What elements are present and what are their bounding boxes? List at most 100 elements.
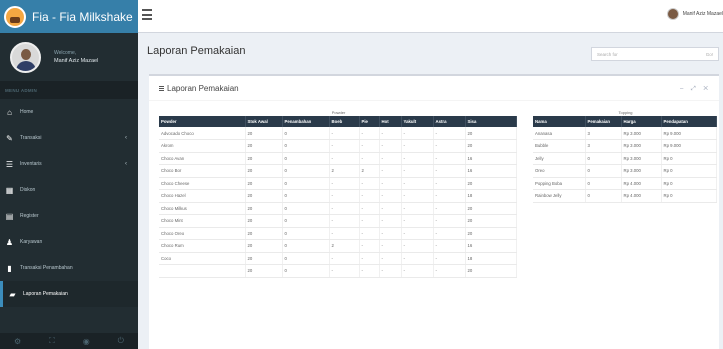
table-cell: - bbox=[359, 239, 380, 253]
report-box: Laporan Pemakaian – ⤢ ✕ Powder Powder Sto… bbox=[149, 74, 719, 349]
column-header[interactable]: Hot bbox=[379, 116, 402, 127]
box-tools[interactable]: – ⤢ ✕ bbox=[680, 86, 711, 93]
table-cell: Rp 3.000 bbox=[621, 164, 662, 178]
table-cell: - bbox=[359, 177, 380, 190]
table-cell: Oreo bbox=[533, 164, 586, 178]
column-header[interactable]: Pemakaian bbox=[585, 116, 622, 127]
table-cell: - bbox=[401, 202, 434, 215]
table-cell: Rp 4.000 bbox=[621, 177, 662, 190]
sidebar-item-inventaris[interactable]: ☰ Inventaris ‹ bbox=[0, 151, 138, 177]
table-cell: - bbox=[379, 189, 402, 203]
sidebar-username: Manif Aziz Mazael bbox=[54, 58, 99, 64]
search-input[interactable]: Search for Go! bbox=[591, 47, 719, 61]
table-cell: Rp 9.000 bbox=[661, 139, 717, 153]
table-cell: Choco Oreo bbox=[159, 227, 246, 240]
table-cell: 3 bbox=[585, 127, 622, 140]
chart-icon: ▮ bbox=[7, 263, 12, 273]
column-header[interactable]: Astra bbox=[433, 116, 466, 127]
table-cell: 0 bbox=[585, 164, 622, 178]
table-cell: - bbox=[433, 177, 466, 190]
expand-icon[interactable]: ⛶ bbox=[49, 336, 55, 346]
sidebar-item-karyawan[interactable]: ♟ Karyawan bbox=[0, 229, 138, 255]
sidebar-item-laporan-pemakaian[interactable]: ▰ Laporan Pemakaian bbox=[0, 281, 138, 307]
table-cell bbox=[159, 264, 246, 278]
sidebar-item-register[interactable]: ▤ Register bbox=[0, 203, 138, 229]
table-cell: 20 bbox=[245, 227, 283, 240]
table-cell: 18 bbox=[465, 252, 517, 265]
table-cell: Choco Mint bbox=[159, 214, 246, 228]
table-cell: - bbox=[433, 214, 466, 228]
table-cell: - bbox=[433, 252, 466, 265]
table-cell: Choco Rum bbox=[159, 239, 246, 253]
table-cell: Rp 3.000 bbox=[621, 127, 662, 140]
column-header[interactable]: Harga bbox=[621, 116, 662, 127]
table-cell: - bbox=[329, 252, 360, 265]
column-header[interactable]: Stok Awal bbox=[245, 116, 283, 127]
eye-icon[interactable]: ◉ bbox=[83, 337, 90, 346]
user-panel: Welcome, Manif Aziz Mazael bbox=[0, 33, 138, 81]
table-cell: 0 bbox=[282, 264, 330, 278]
sidebar-item-diskon[interactable]: ▦ Diskon bbox=[0, 177, 138, 203]
table-cell: 0 bbox=[282, 177, 330, 190]
table-cell: - bbox=[329, 139, 360, 153]
table-cell: - bbox=[379, 177, 402, 190]
sidebar-item-label: Home bbox=[20, 109, 34, 115]
nav-user-menu[interactable]: Manif Aziz Mazael bbox=[666, 8, 723, 20]
table-cell: 0 bbox=[282, 202, 330, 215]
table-cell: 20 bbox=[465, 202, 517, 215]
column-header[interactable]: Yakult bbox=[401, 116, 434, 127]
column-header[interactable]: Powder bbox=[159, 116, 246, 127]
edit-icon: ✎ bbox=[6, 133, 13, 143]
sidebar-toggle-icon[interactable] bbox=[142, 9, 152, 20]
table-cell: 16 bbox=[465, 164, 517, 178]
table-cell: 0 bbox=[282, 139, 330, 153]
table-cell: 20 bbox=[245, 164, 283, 178]
table-cell: Rp 0 bbox=[661, 177, 717, 190]
table-cell: - bbox=[433, 127, 466, 140]
table-cell: - bbox=[329, 127, 360, 140]
table-cell: 20 bbox=[465, 127, 517, 140]
sidebar-item-transaksi[interactable]: ✎ Transaksi ‹ bbox=[0, 125, 138, 151]
table-cell: - bbox=[401, 127, 434, 140]
column-header[interactable]: Nama bbox=[533, 116, 586, 127]
table-cell: - bbox=[433, 189, 466, 203]
powder-table: Powder Powder Stok Awal Penambahan Boeb Pie H… bbox=[159, 109, 517, 278]
table-cell: Rp 3.000 bbox=[621, 139, 662, 153]
table-cell: - bbox=[379, 139, 402, 153]
table-cell: 20 bbox=[245, 177, 283, 190]
table-row: Akrom 20 0- - - - -20 bbox=[159, 139, 517, 153]
sidebar-item-label: Inventaris bbox=[20, 161, 42, 167]
power-icon[interactable]: ⏻ bbox=[118, 336, 124, 346]
table-cell: 0 bbox=[282, 214, 330, 228]
search-placeholder: Search for bbox=[597, 51, 618, 57]
sidebar-item-home[interactable]: ⌂ Home bbox=[0, 99, 138, 125]
table-cell: - bbox=[359, 214, 380, 228]
sidebar-item-label: Register bbox=[20, 213, 39, 219]
top-navbar: Manif Aziz Mazael bbox=[138, 0, 723, 33]
page-title: Laporan Pemakaian bbox=[147, 45, 246, 57]
column-header[interactable]: Penambahan bbox=[282, 116, 330, 127]
table-cell: - bbox=[329, 177, 360, 190]
sidebar-footer: ⚙ ⛶ ◉ ⏻ bbox=[0, 333, 138, 349]
gear-icon[interactable]: ⚙ bbox=[14, 337, 21, 346]
list-icon: ☰ bbox=[5, 159, 14, 169]
table-row: Advocado Choco 20 0- - - - -20 bbox=[159, 127, 517, 140]
column-header[interactable]: Boeb bbox=[329, 116, 360, 127]
table-cell: Rp 9.000 bbox=[661, 127, 717, 140]
brand-logo bbox=[4, 5, 26, 28]
table-row: Choco Cheese 20 0- - - - -20 bbox=[159, 177, 517, 190]
table-cell: Coco bbox=[159, 252, 246, 265]
column-header[interactable]: Pendapatan bbox=[661, 116, 717, 127]
table-row: Choco Milkus 20 0- - - - -20 bbox=[159, 202, 517, 215]
table-cell: - bbox=[379, 202, 402, 215]
column-header[interactable]: Sisa bbox=[465, 116, 517, 127]
table-row: Choco Rum 20 0 2- - - -16 bbox=[159, 239, 517, 253]
sidebar-item-transaksi-penambahan[interactable]: ▮ Transaksi Penambahan bbox=[0, 255, 138, 281]
table-cell: 2 bbox=[329, 239, 360, 253]
table-cell: 0 bbox=[282, 152, 330, 165]
table-cell: 0 bbox=[282, 227, 330, 240]
search-button[interactable]: Go! bbox=[706, 52, 713, 57]
brand-header[interactable]: Fia - Fia Milkshake bbox=[0, 0, 138, 33]
table-cell: 20 bbox=[245, 127, 283, 140]
column-header[interactable]: Pie bbox=[359, 116, 380, 127]
